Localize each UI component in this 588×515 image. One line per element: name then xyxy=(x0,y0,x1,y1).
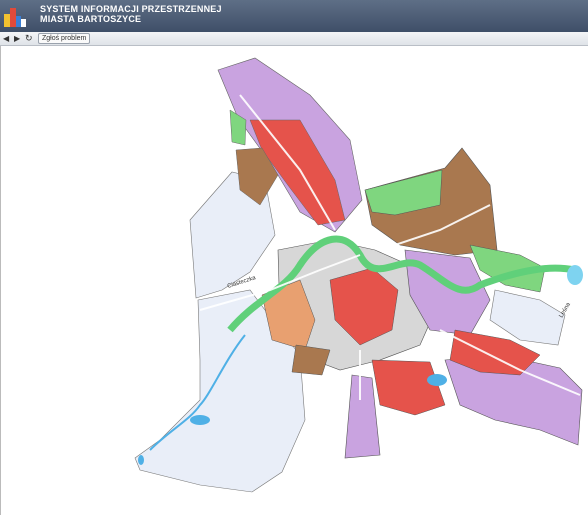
app-title-line2: MIASTA BARTOSZYCE xyxy=(40,14,142,24)
forward-icon[interactable]: ▶ xyxy=(14,33,20,44)
app-title: SYSTEM INFORMACJI PRZESTRZENNEJ MIASTA B… xyxy=(40,4,222,24)
street-label-lesna: Leśna xyxy=(559,301,573,319)
back-icon[interactable]: ◀ xyxy=(3,33,9,44)
app-header: SYSTEM INFORMACJI PRZESTRZENNEJ MIASTA B… xyxy=(0,0,588,33)
zone-south-residential[interactable] xyxy=(344,374,381,459)
lake-south xyxy=(427,374,447,386)
report-problem-button[interactable]: Zgłoś problem xyxy=(38,33,91,44)
zone-south-farmland[interactable] xyxy=(291,344,331,376)
lake-east xyxy=(567,265,583,285)
refresh-icon[interactable]: ↻ xyxy=(25,33,33,44)
zone-east[interactable] xyxy=(489,289,566,346)
toolbar: ◀ ▶ ↻ Zgłoś problem xyxy=(0,32,588,46)
zone-south-commercial[interactable] xyxy=(371,359,446,416)
app-title-line1: SYSTEM INFORMACJI PRZESTRZENNEJ xyxy=(40,4,222,14)
city-logo-icon xyxy=(4,8,26,27)
map-canvas[interactable]: Ciasteczka Leśna xyxy=(0,46,588,515)
lake-west-pond xyxy=(138,455,144,465)
lake-southwest xyxy=(190,415,210,425)
